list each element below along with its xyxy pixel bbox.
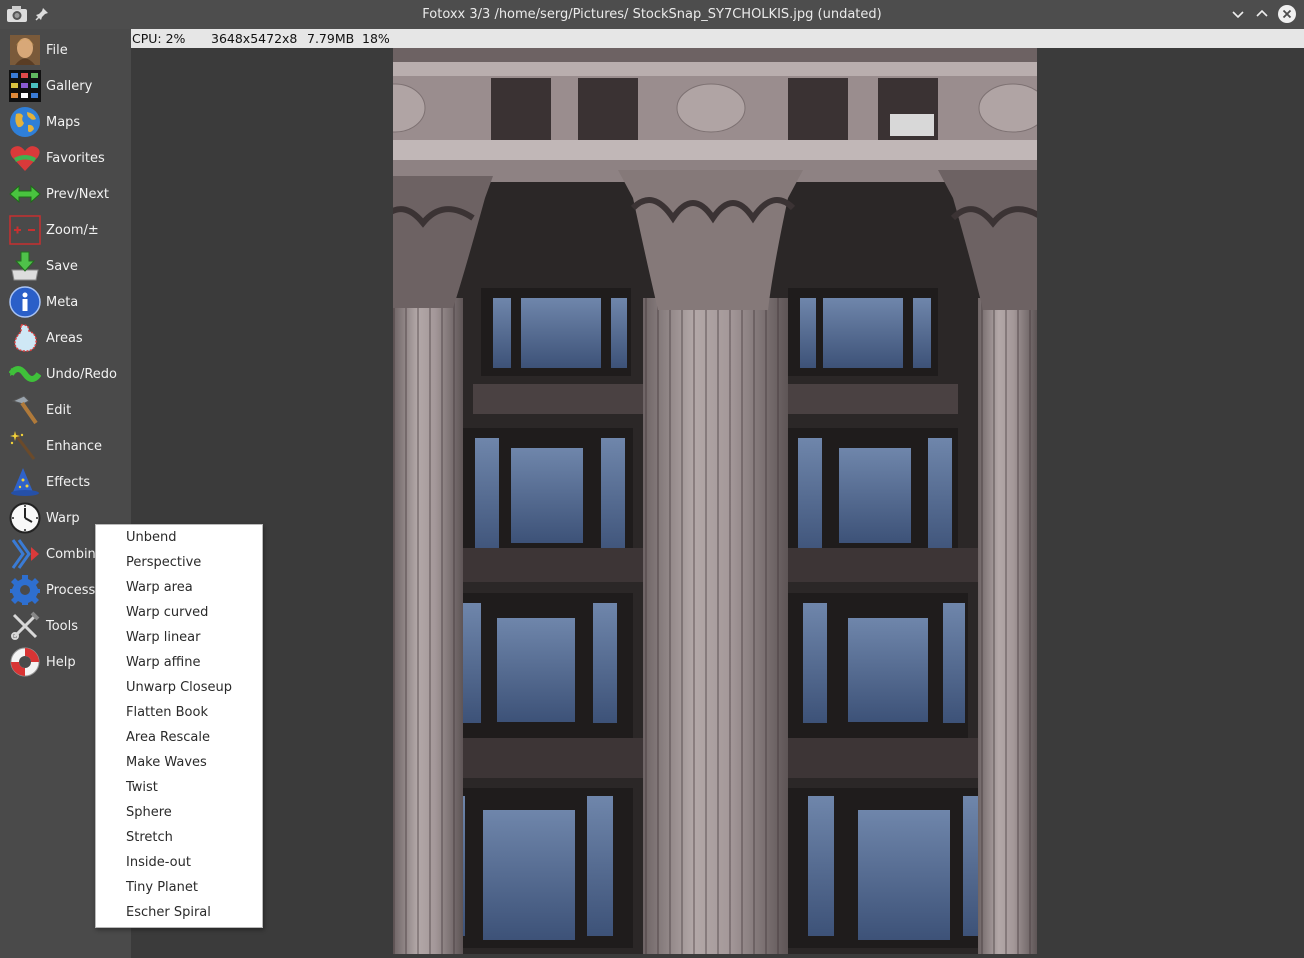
sidebar-item-label: Gallery [46,79,93,94]
sidebar-item-favorites[interactable]: Favorites [0,139,131,175]
photo-image[interactable] [393,48,1037,954]
sidebar-item-label: Effects [46,475,91,490]
sidebar-item-label: Warp [46,511,80,526]
sidebar-item-edit[interactable]: Edit [0,391,131,427]
close-icon[interactable] [1277,4,1297,24]
sidebar-item-label: Process [46,583,96,598]
gear-icon [10,575,40,605]
maximize-icon[interactable] [1252,4,1272,24]
menu-item-sphere[interactable]: Sphere [126,805,260,827]
menu-item-warp-area[interactable]: Warp area [126,580,260,602]
sidebar-item-enhance[interactable]: Enhance [0,427,131,463]
gallery-icon [9,70,41,102]
menu-item-stretch[interactable]: Stretch [126,830,260,852]
areas-icon [14,324,37,352]
building-facade-image [393,48,1037,954]
sidebar-item-save[interactable]: Save [0,247,131,283]
window-title: Fotoxx 3/3 /home/serg/Pictures/ StockSna… [422,7,882,22]
sidebar-item-label: Meta [46,295,79,310]
save-icon [11,251,39,281]
menu-item-perspective[interactable]: Perspective [126,555,260,577]
pin-icon[interactable] [34,6,50,22]
menu-item-warp-curved[interactable]: Warp curved [126,605,260,627]
status-bar: CPU: 2% 3648x5472x8 7.79MB 18% [131,29,1304,48]
title-bar: Fotoxx 3/3 /home/serg/Pictures/ StockSna… [0,0,1304,29]
sidebar-item-label: Edit [46,403,72,418]
file-size: 7.79MB [307,31,355,46]
menu-item-tiny-planet[interactable]: Tiny Planet [126,880,260,902]
menu-item-inside-out[interactable]: Inside-out [126,855,260,877]
zoom-level: 18% [362,31,390,46]
wizard-hat-icon [11,468,39,496]
sidebar-item-label: Undo/Redo [46,367,117,382]
lifebuoy-icon [10,647,40,677]
sidebar-item-zoom[interactable]: Zoom/± [0,211,131,247]
sidebar-item-prev-next[interactable]: Prev/Next [0,175,131,211]
sidebar-item-undo-redo[interactable]: Undo/Redo [0,355,131,391]
sidebar-item-label: Prev/Next [46,187,110,202]
globe-icon [10,107,40,137]
sidebar-item-meta[interactable]: Meta [0,283,131,319]
camera-icon[interactable] [6,5,28,23]
menu-item-make-waves[interactable]: Make Waves [126,755,260,777]
sidebar-item-gallery[interactable]: Gallery [0,67,131,103]
sidebar-item-label: Help [46,655,76,670]
sidebar-item-label: Tools [46,619,79,634]
sidebar-item-areas[interactable]: Areas [0,319,131,355]
tools-icon [11,611,40,640]
warp-menu: Unbend Perspective Warp area Warp curved… [95,524,263,928]
minimize-icon[interactable] [1228,4,1248,24]
sidebar-item-file[interactable]: File [0,31,131,67]
arrows-icon [9,184,41,204]
sidebar-item-label: Favorites [46,151,105,166]
heart-icon [10,146,40,171]
info-icon [9,286,41,318]
image-dimensions: 3648x5472x8 [211,31,298,46]
menu-item-area-rescale[interactable]: Area Rescale [126,730,260,752]
sidebar-item-label: Enhance [46,439,103,454]
wand-icon [10,431,36,460]
menu-item-unbend[interactable]: Unbend [126,530,260,552]
zoom-icon [9,215,41,245]
sidebar-item-label: Zoom/± [46,223,99,238]
menu-item-escher-spiral[interactable]: Escher Spiral [126,905,260,927]
sidebar-item-label: File [46,43,68,58]
sidebar-item-label: Save [46,259,78,274]
menu-item-flatten-book[interactable]: Flatten Book [126,705,260,727]
menu-item-warp-affine[interactable]: Warp affine [126,655,260,677]
sidebar-item-maps[interactable]: Maps [0,103,131,139]
sidebar-item-label: Maps [46,115,81,130]
cpu-usage: CPU: 2% [132,31,186,46]
undo-redo-icon [9,366,41,382]
menu-item-twist[interactable]: Twist [126,780,260,802]
file-icon [10,35,40,65]
sidebar-item-effects[interactable]: Effects [0,463,131,499]
hammer-icon [11,395,38,425]
sidebar-item-label: Areas [46,331,83,346]
combine-icon [11,539,39,569]
clock-icon [9,502,41,534]
menu-item-warp-linear[interactable]: Warp linear [126,630,260,652]
menu-item-unwarp-closeup[interactable]: Unwarp Closeup [126,680,260,702]
